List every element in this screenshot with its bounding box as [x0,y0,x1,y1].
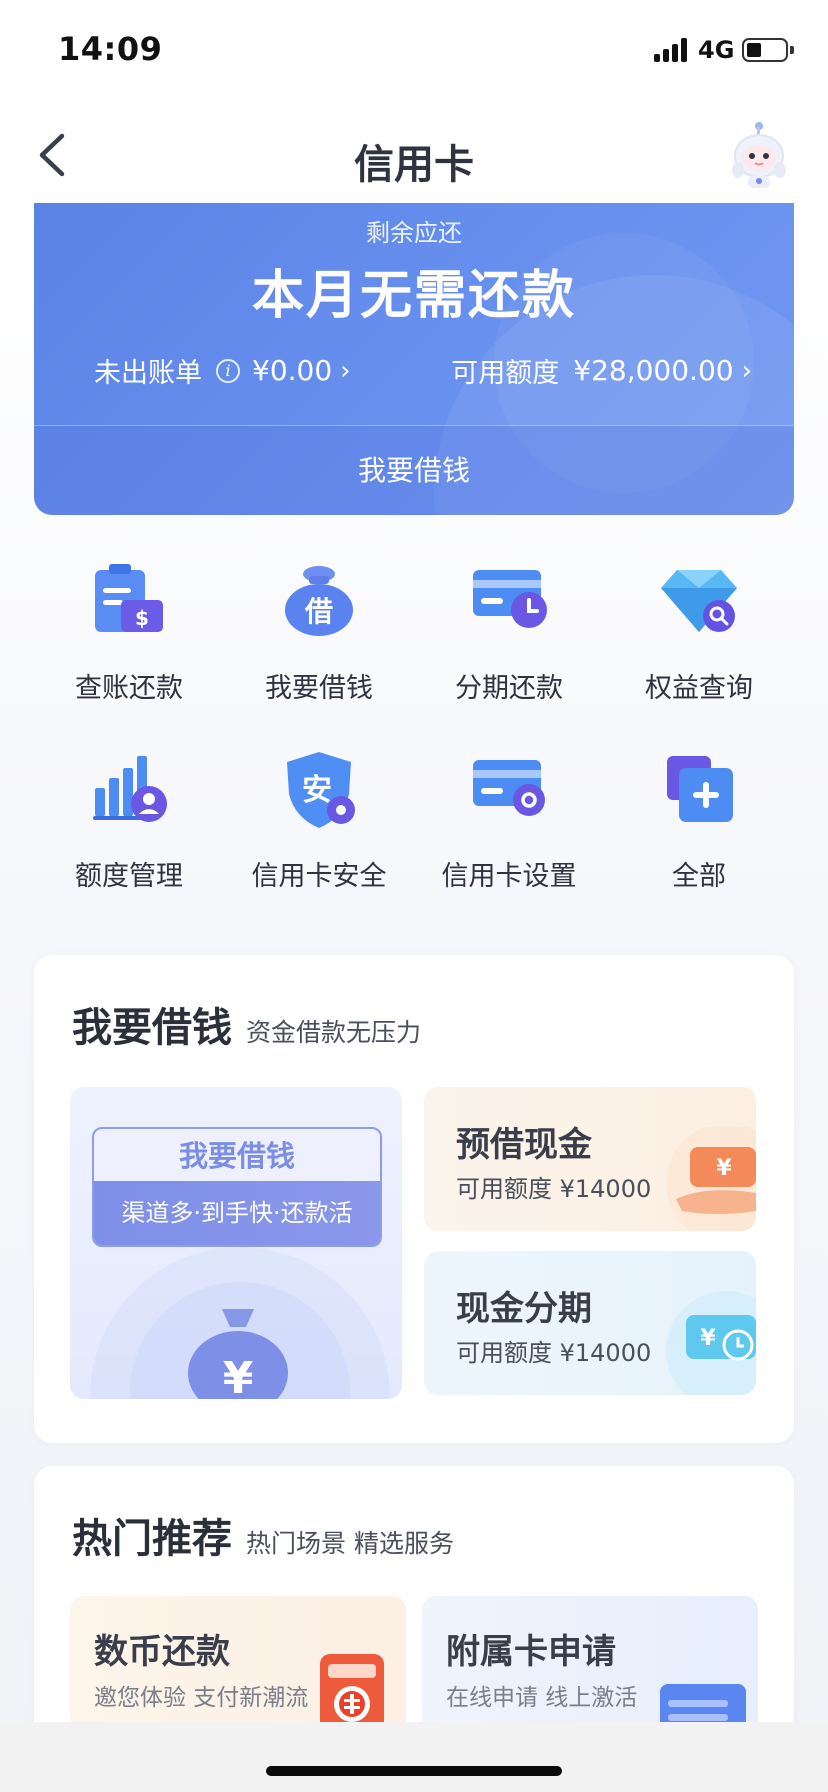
battery-icon [742,38,794,62]
info-icon[interactable]: i [216,358,240,383]
security-shield-icon: 安 [287,752,355,828]
svg-text:安: 安 [302,773,332,808]
cash-advance-tile[interactable]: 预借现金 可用额度 ¥14000 ¥ [424,1087,756,1231]
nav-bar: 信用卡 [0,110,828,200]
grid-item-benefits[interactable]: 权益查询 [604,560,794,720]
banner-title: 我要借钱 [178,1139,295,1173]
grid-label: 权益查询 [645,673,753,704]
tile-subtitle: 邀您体验 支付新潮流 [94,1685,309,1711]
grid-item-bill-repay[interactable]: $ 查账还款 [34,560,224,720]
available-amount: ¥28,000.00 [573,354,734,387]
assistant-robot-icon[interactable] [726,118,792,192]
banner-slogan: 渠道多·到手快·还款活 [94,1181,380,1245]
borrow-section: 我要借钱 资金借款无压力 我要借钱 渠道多·到手快·还款活 ¥ 预借现金 可用额… [34,955,794,1443]
grid-item-settings[interactable]: 信用卡设置 [414,748,604,908]
repayment-status: 本月无需还款 [251,266,576,326]
unbilled-amount: ¥0.00 [252,354,333,387]
svg-text:¥: ¥ [716,1156,732,1181]
borrow-banner: 我要借钱 渠道多·到手快·还款活 [92,1127,382,1247]
tile-title: 预借现金 [456,1125,592,1165]
status-time: 14:09 [58,30,163,68]
home-indicator-area [0,1722,828,1792]
available-limit-link[interactable]: 可用额度 ¥28,000.00 › [451,351,752,390]
borrow-button[interactable]: 我要借钱 [34,426,794,515]
grid-label: 信用卡安全 [251,861,387,892]
tile-subtitle: 可用额度 ¥14000 [456,1339,652,1367]
chevron-right-icon: › [340,355,351,386]
page-title: 信用卡 [354,142,474,188]
grid-item-borrow[interactable]: 借 我要借钱 [224,560,414,720]
tile-title: 数币还款 [94,1632,230,1672]
svg-text:¥: ¥ [700,1326,716,1351]
section-header: 我要借钱 资金借款无压力 [72,995,421,1053]
diamond-search-icon [661,570,737,632]
section-subtitle: 热门场景 精选服务 [246,1529,454,1558]
chevron-right-icon: › [741,355,752,386]
section-title: 我要借钱 [72,1005,232,1051]
grid-label: 分期还款 [455,673,563,704]
svg-text:$: $ [135,606,149,630]
borrow-bag-icon: 借 [285,566,353,636]
home-indicator[interactable] [266,1766,562,1776]
tile-title: 附属卡申请 [446,1632,616,1672]
svg-text:借: 借 [304,595,333,628]
unbilled-label: 未出账单 [94,358,202,389]
grid-label: 我要借钱 [265,673,373,704]
status-bar: 14:09 4G [0,0,828,100]
signal-icon [654,38,690,62]
grid-item-limit[interactable]: 额度管理 [34,748,224,908]
limit-chart-icon [93,756,167,822]
all-plus-icon [667,756,733,822]
bill-repay-icon: $ [95,564,163,632]
installment-card-icon [473,570,547,628]
remaining-due-label: 剩余应还 [366,219,462,247]
cash-hand-icon: ¥ [666,1127,756,1231]
grid-label: 额度管理 [75,861,183,892]
grid-label: 信用卡设置 [441,861,577,892]
svg-text:¥: ¥ [223,1353,254,1399]
cash-installment-tile[interactable]: 现金分期 可用额度 ¥14000 ¥ [424,1251,756,1395]
grid-item-security[interactable]: 安 信用卡安全 [224,748,414,908]
tile-title: 现金分期 [456,1289,592,1329]
section-subtitle: 资金借款无压力 [246,1018,422,1047]
grid-item-installment[interactable]: 分期还款 [414,560,604,720]
network-type: 4G [698,36,735,64]
unbilled-link[interactable]: 未出账单 i ¥0.00 › [94,351,351,390]
card-settings-icon [473,760,545,816]
borrow-banner-tile[interactable]: 我要借钱 渠道多·到手快·还款活 ¥ [70,1087,402,1399]
grid-label: 全部 [672,861,726,892]
grid-item-all[interactable]: 全部 [604,748,794,908]
available-label: 可用额度 [451,358,560,389]
section-header: 热门推荐 热门场景 精选服务 [72,1506,454,1564]
section-title: 热门推荐 [72,1516,232,1562]
money-bag-icon: ¥ [188,1309,288,1399]
installment-clock-icon: ¥ [666,1291,756,1395]
tile-subtitle: 可用额度 ¥14000 [456,1175,652,1203]
grid-label: 查账还款 [75,673,183,704]
tile-subtitle: 在线申请 线上激活 [446,1685,638,1711]
repayment-summary-card: 剩余应还 本月无需还款 未出账单 i ¥0.00 › 可用额度 ¥28,000.… [34,203,794,515]
